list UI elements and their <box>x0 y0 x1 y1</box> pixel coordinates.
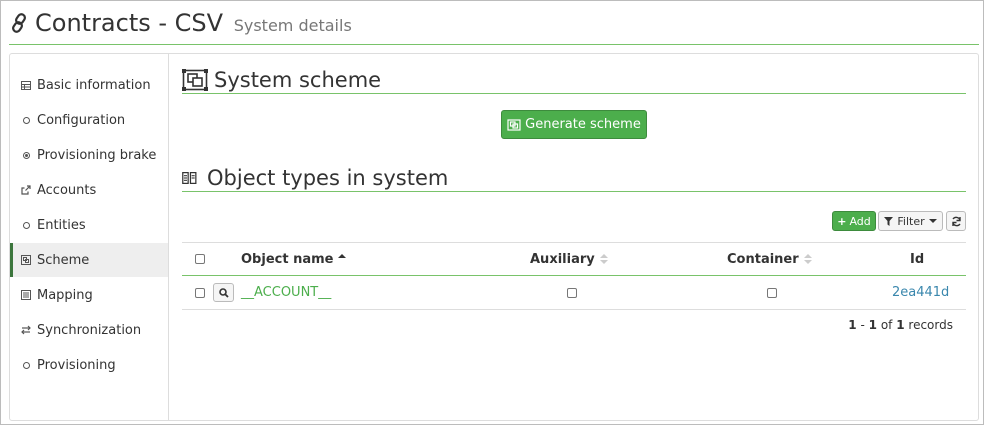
list-icon <box>21 290 31 300</box>
sort-icon <box>599 254 608 264</box>
filter-label: Filter <box>897 214 925 228</box>
table-icon <box>21 80 31 90</box>
sidebar-item-label: Mapping <box>37 287 93 303</box>
refresh-icon <box>951 216 961 226</box>
object-types-icon <box>182 172 197 184</box>
sidebar: Basic information Configuration Provisio… <box>10 54 169 420</box>
sidebar-item-label: Synchronization <box>37 322 142 338</box>
sidebar-item-scheme[interactable]: Scheme <box>10 243 168 277</box>
sidebar-item-label: Provisioning <box>37 357 116 373</box>
generate-scheme-button[interactable]: Generate scheme <box>501 110 647 139</box>
sidebar-item-provisioning[interactable]: Provisioning <box>10 348 168 382</box>
select-all-checkbox[interactable] <box>195 243 205 275</box>
sidebar-item-label: Basic information <box>37 77 151 93</box>
object-types-header: Object types in system <box>182 160 966 192</box>
sidebar-item-accounts[interactable]: Accounts <box>10 173 168 207</box>
table-row: __ACCOUNT__ 2ea441d <box>182 276 966 310</box>
sidebar-item-synchronization[interactable]: Synchronization <box>10 313 168 347</box>
sidebar-item-label: Scheme <box>37 252 90 268</box>
section-title: Object types in system <box>207 166 449 190</box>
column-label: Auxiliary <box>530 251 595 267</box>
column-label: Object name <box>241 251 334 267</box>
column-header-auxiliary[interactable]: Auxiliary <box>530 243 608 275</box>
pager-to: 1 <box>868 318 877 332</box>
circle-icon <box>21 115 31 125</box>
sidebar-item-label: Accounts <box>37 182 97 198</box>
sidebar-item-mapping[interactable]: Mapping <box>10 278 168 312</box>
section-title: System scheme <box>214 68 382 92</box>
search-icon <box>218 287 229 298</box>
page-header: Contracts - CSV System details <box>9 7 979 45</box>
row-checkbox[interactable] <box>195 276 205 309</box>
column-header-container[interactable]: Container <box>727 243 812 275</box>
container-checkbox <box>767 276 777 309</box>
object-id-link[interactable]: 2ea441d <box>892 276 949 309</box>
pager-total: 1 <box>896 318 905 332</box>
column-label: Container <box>727 251 799 267</box>
filter-icon <box>884 216 894 226</box>
sidebar-item-configuration[interactable]: Configuration <box>10 103 168 137</box>
column-header-object-name[interactable]: Object name <box>241 243 347 275</box>
table-header: Object name Auxiliary Container Id <box>182 242 966 276</box>
object-align-icon <box>182 69 208 91</box>
column-header-id: Id <box>910 243 924 275</box>
sort-asc-icon <box>338 254 347 264</box>
page-title: Contracts - CSV System details <box>35 9 352 37</box>
pager-records: records <box>908 318 953 332</box>
column-label: Id <box>910 251 925 267</box>
dot-circle-icon <box>21 150 31 160</box>
filter-button[interactable]: Filter <box>878 211 943 231</box>
sidebar-item-entities[interactable]: Entities <box>10 208 168 242</box>
circle-icon <box>21 360 31 370</box>
transfer-icon <box>21 325 31 335</box>
pager-of: of <box>880 318 893 332</box>
object-align-icon <box>507 118 521 131</box>
caret-down-icon <box>928 219 937 223</box>
sidebar-item-basic-information[interactable]: Basic information <box>10 68 168 102</box>
refresh-button[interactable] <box>946 211 966 231</box>
plus-icon: + <box>837 214 847 228</box>
sort-icon <box>803 254 812 264</box>
page-title-text: Contracts - CSV <box>35 9 224 37</box>
external-link-icon <box>21 185 31 195</box>
page-subtitle: System details <box>233 16 352 35</box>
pager-from: 1 <box>848 318 857 332</box>
main-content: System scheme Generate scheme Object typ… <box>182 54 968 420</box>
row-detail-button[interactable] <box>213 276 234 309</box>
sidebar-item-label: Configuration <box>37 112 126 128</box>
link-icon <box>12 13 26 33</box>
sidebar-item-provisioning-brake[interactable]: Provisioning brake <box>10 138 168 172</box>
sidebar-item-label: Provisioning brake <box>37 147 157 163</box>
add-button[interactable]: + Add <box>832 211 876 231</box>
circle-icon <box>21 220 31 230</box>
object-name-link[interactable]: __ACCOUNT__ <box>241 276 331 309</box>
sidebar-item-label: Entities <box>37 217 86 233</box>
pager-dash: - <box>860 318 865 332</box>
generate-scheme-label: Generate scheme <box>525 117 641 132</box>
add-label: Add <box>849 214 871 228</box>
auxiliary-checkbox <box>567 276 577 309</box>
system-scheme-header: System scheme <box>182 62 966 94</box>
window-frame: Contracts - CSV System details Basic inf… <box>0 0 984 425</box>
object-align-icon <box>21 255 31 265</box>
pagination-summary: 1 - 1 of 1 records <box>782 318 953 332</box>
system-detail-panel: Basic information Configuration Provisio… <box>9 53 979 421</box>
